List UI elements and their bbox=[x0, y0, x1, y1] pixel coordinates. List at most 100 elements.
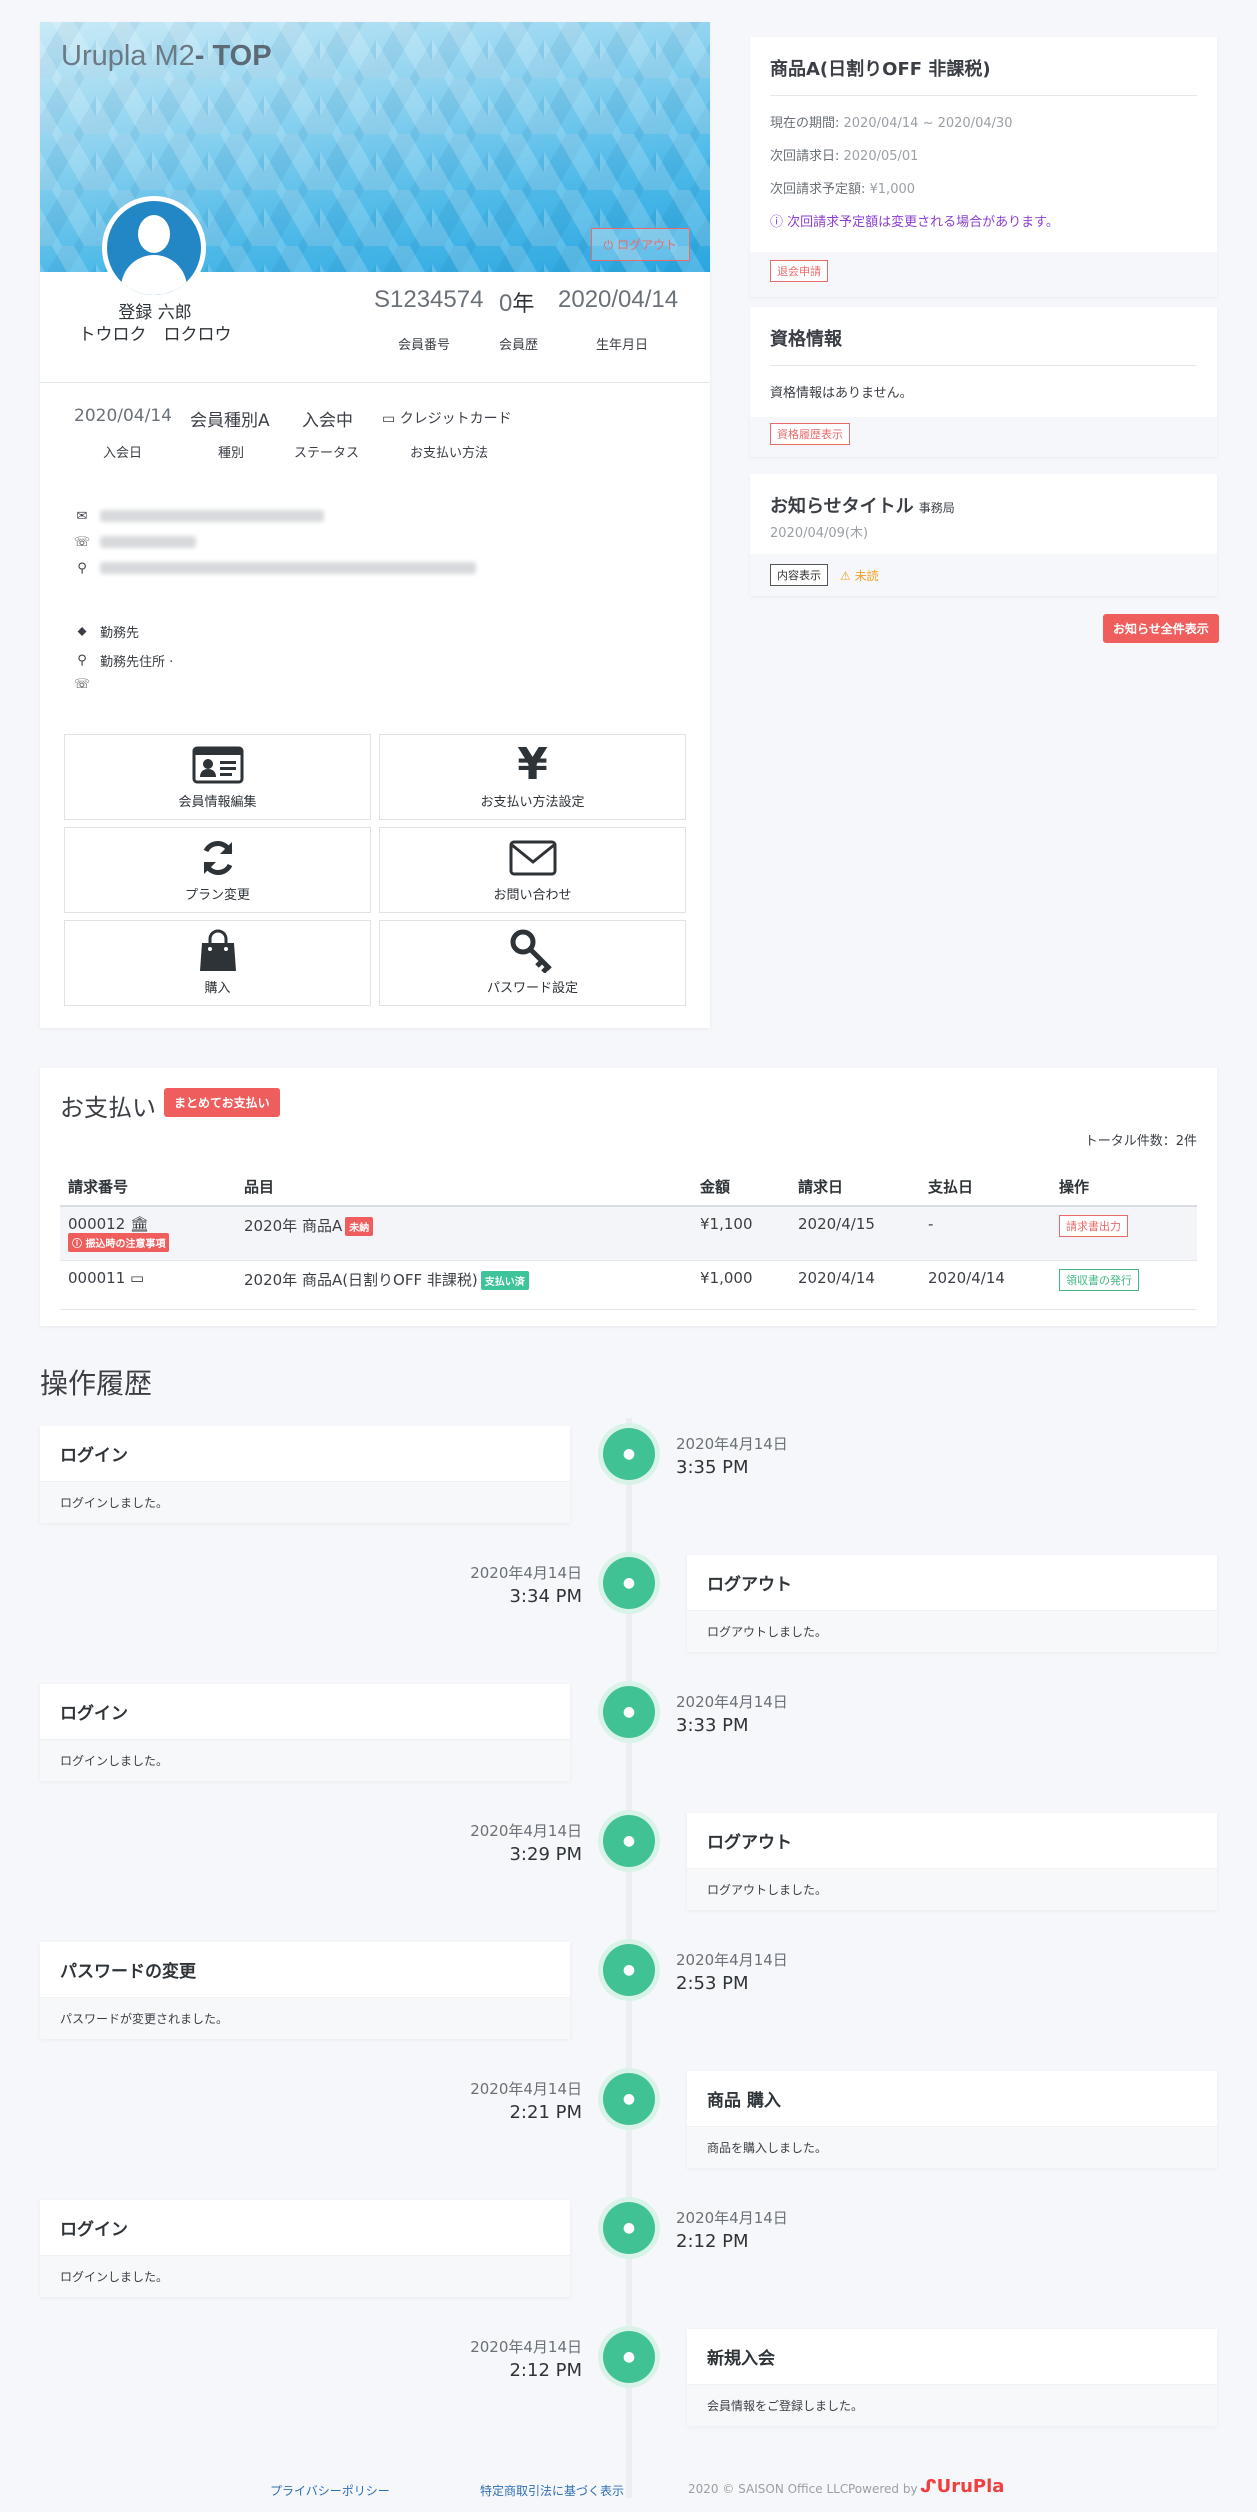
map-marker-icon: ● bbox=[622, 2091, 636, 2107]
timeline-marker: ● bbox=[603, 2202, 655, 2254]
news-unread-status: ⚠ 未読 bbox=[840, 568, 879, 583]
all-news-button[interactable]: お知らせ全件表示 bbox=[1103, 614, 1219, 643]
event-time: 2:12 PM bbox=[509, 2360, 582, 2381]
map-marker-icon: ● bbox=[622, 1962, 636, 1978]
event-description: ログインしました。 bbox=[40, 2256, 570, 2297]
event-time: 3:33 PM bbox=[676, 1715, 749, 1736]
plan-notice: ⓘ 次回請求予定額は変更される場合があります。 bbox=[770, 215, 1059, 230]
status-badge: 支払い済 bbox=[480, 1271, 529, 1290]
news-card: お知らせタイトル 事務局 2020/04/09(木) 内容表示 ⚠ 未読 bbox=[750, 474, 1217, 596]
invoice-button[interactable]: 請求書出力 bbox=[1059, 1215, 1128, 1237]
contact-button[interactable]: お問い合わせ bbox=[379, 827, 686, 913]
map-marker-icon: ● bbox=[622, 2220, 636, 2236]
bank-icon: 🏛 bbox=[130, 1215, 150, 1233]
credit-card-icon: ▭ bbox=[382, 411, 400, 427]
purchase-button[interactable]: 購入 bbox=[64, 920, 371, 1006]
password-settings-button[interactable]: パスワード設定 bbox=[379, 920, 686, 1006]
envelope-icon: ✉ bbox=[76, 508, 88, 524]
event-date: 2020年4月14日 bbox=[470, 1822, 582, 1840]
payments-title: お支払い bbox=[60, 1094, 156, 1122]
timeline-marker: ● bbox=[603, 1686, 655, 1738]
change-plan-button[interactable]: プラン変更 bbox=[64, 827, 371, 913]
event-date: 2020年4月14日 bbox=[470, 2080, 582, 2098]
payment-settings-button[interactable]: ¥ お支払い方法設定 bbox=[379, 734, 686, 820]
qualification-history-button[interactable]: 資格履歴表示 bbox=[770, 423, 850, 445]
news-view-button[interactable]: 内容表示 bbox=[770, 564, 828, 586]
bulk-pay-button[interactable]: まとめてお支払い bbox=[164, 1088, 280, 1117]
timeline-event: ログイン ログインしました。 bbox=[40, 2200, 570, 2297]
withdraw-button[interactable]: 退会申請 bbox=[770, 260, 828, 282]
commerce-law-link[interactable]: 特定商取引法に基づく表示 bbox=[480, 2482, 624, 2499]
member-status-label: ステータス bbox=[294, 446, 360, 461]
plan-period: 現在の期間: 2020/04/14 ~ 2020/04/30 bbox=[770, 116, 1013, 131]
table-row: 000011 ▭ 2020年 商品A(日割りOFF 非課税) 支払い済 ¥1,00… bbox=[60, 1260, 1197, 1310]
privacy-link[interactable]: プライバシーポリシー bbox=[270, 2482, 390, 2499]
uru-pla-logo: ᔑUruPla bbox=[920, 2476, 1005, 2497]
event-date: 2020年4月14日 bbox=[676, 2209, 788, 2227]
event-description: ログインしました。 bbox=[40, 1482, 570, 1523]
member-number-label: 会員番号 bbox=[398, 338, 451, 353]
envelope-icon bbox=[509, 838, 557, 878]
timeline-event: パスワードの変更 パスワードが変更されました。 bbox=[40, 1942, 570, 2039]
join-date: 2020/04/14 bbox=[74, 406, 172, 426]
event-description: 商品を購入しました。 bbox=[687, 2127, 1217, 2168]
event-date: 2020年4月14日 bbox=[470, 2338, 582, 2356]
event-title: 商品 購入 bbox=[687, 2071, 1217, 2127]
profile-card: Urupla M2- TOP ⏻ ログアウト 登録 六郎 トウロク ロクロウ S… bbox=[40, 22, 710, 1028]
event-title: ログイン bbox=[40, 1426, 570, 1482]
workplace-phone-row: ☏ bbox=[74, 676, 90, 692]
event-description: ログアウトしました。 bbox=[687, 1611, 1217, 1652]
event-time: 3:34 PM bbox=[509, 1586, 582, 1607]
event-time: 3:29 PM bbox=[509, 1844, 582, 1865]
event-time: 2:12 PM bbox=[676, 2231, 749, 2252]
id-card-icon bbox=[192, 745, 244, 785]
timeline-marker: ● bbox=[603, 2331, 655, 2383]
key-icon bbox=[510, 929, 556, 973]
status-badge: 未納 bbox=[345, 1217, 374, 1236]
payment-method: ▭ クレジットカード bbox=[382, 411, 512, 427]
event-time: 2:21 PM bbox=[509, 2102, 582, 2123]
timeline-marker: ● bbox=[603, 1557, 655, 1609]
event-datetime: 2020年4月14日 3:29 PM bbox=[400, 1819, 582, 1867]
event-datetime: 2020年4月14日 2:12 PM bbox=[676, 2206, 788, 2254]
sync-icon bbox=[198, 838, 238, 878]
payment-method-label: お支払い方法 bbox=[410, 446, 489, 461]
event-time: 3:35 PM bbox=[676, 1457, 749, 1478]
qualification-title: 資格情報 bbox=[770, 329, 842, 350]
power-icon: ⏻ bbox=[603, 238, 617, 252]
timeline-event: 商品 購入 商品を購入しました。 bbox=[687, 2071, 1217, 2168]
timeline-event: ログイン ログインしました。 bbox=[40, 1684, 570, 1781]
transfer-notice-badge[interactable]: ⓘ 振込時の注意事項 bbox=[68, 1233, 170, 1252]
map-marker-icon: ● bbox=[622, 1446, 636, 1462]
next-billing-date: 次回請求日: 2020/05/01 bbox=[770, 149, 919, 164]
edit-member-button[interactable]: 会員情報編集 bbox=[64, 734, 371, 820]
next-billing-amount: 次回請求予定額: ¥1,000 bbox=[770, 182, 916, 197]
event-datetime: 2020年4月14日 3:33 PM bbox=[676, 1690, 788, 1738]
timeline-marker: ● bbox=[603, 2073, 655, 2125]
workplace-address-row: ⚲ 勤務先住所 · bbox=[74, 651, 173, 670]
timeline-marker: ● bbox=[603, 1428, 655, 1480]
shopping-bag-icon bbox=[196, 929, 240, 971]
app-title: Urupla M2- TOP bbox=[61, 40, 272, 72]
news-sender: 事務局 bbox=[918, 501, 955, 515]
map-marker-icon: ⚲ bbox=[77, 653, 87, 668]
credit-card-icon: ▭ bbox=[130, 1269, 145, 1287]
event-title: ログアウト bbox=[687, 1555, 1217, 1611]
timeline-event: ログアウト ログアウトしました。 bbox=[687, 1813, 1217, 1910]
event-datetime: 2020年4月14日 3:35 PM bbox=[676, 1432, 788, 1480]
member-years: 0年 bbox=[499, 290, 535, 317]
map-marker-icon: ● bbox=[622, 1704, 636, 1720]
yen-icon: ¥ bbox=[517, 739, 548, 790]
logout-button[interactable]: ⏻ ログアウト bbox=[590, 228, 690, 261]
birth-date: 2020/04/14 bbox=[558, 286, 679, 313]
event-description: 会員情報をご登録しました。 bbox=[687, 2385, 1217, 2426]
workplace-row: ⬥ 勤務先 bbox=[74, 622, 139, 641]
avatar bbox=[102, 196, 206, 300]
phone-icon: ☏ bbox=[73, 676, 91, 692]
map-marker-icon: ● bbox=[622, 1575, 636, 1591]
qualification-empty: 資格情報はありません。 bbox=[770, 386, 913, 401]
map-marker-icon: ⚲ bbox=[77, 560, 87, 576]
birth-date-label: 生年月日 bbox=[596, 338, 649, 353]
receipt-button[interactable]: 領収書の発行 bbox=[1059, 1269, 1139, 1291]
plan-title: 商品A(日割りOFF 非課税) bbox=[770, 59, 991, 80]
